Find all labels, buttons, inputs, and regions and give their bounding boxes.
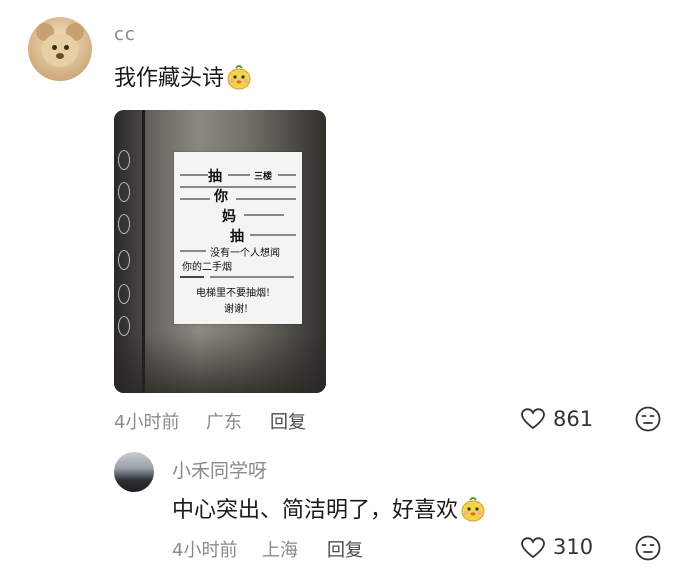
- sub-comment-location: 上海: [262, 540, 298, 561]
- comment-username[interactable]: cc: [114, 24, 136, 45]
- reply-button[interactable]: 回复: [270, 408, 306, 434]
- comment-location: 广东: [206, 412, 242, 433]
- avatar[interactable]: [28, 17, 92, 81]
- sub-comment-text-content: 中心突出、简洁明了，好喜欢: [172, 498, 459, 523]
- notice-line-2: 你的二手烟: [182, 262, 232, 273]
- sub-comment-text: 中心突出、简洁明了，好喜欢: [172, 492, 486, 524]
- comment-time: 4小时前: [114, 412, 180, 433]
- comment-text-content: 我作藏头诗: [114, 66, 225, 91]
- notice-line-4: 谢谢!: [224, 304, 249, 315]
- dislike-button[interactable]: [635, 406, 661, 436]
- notice-char-4: 抽: [230, 229, 244, 245]
- notice-floor: 三楼: [254, 172, 273, 182]
- sub-reply-button[interactable]: 回复: [327, 536, 363, 562]
- sub-avatar[interactable]: [114, 452, 154, 492]
- bee-face-emoji-icon: [226, 64, 252, 90]
- notice-line-3: 电梯里不要抽烟!: [196, 288, 271, 299]
- sub-comment-time: 4小时前: [172, 540, 238, 561]
- sub-dislike-button[interactable]: [635, 535, 661, 565]
- unhappy-face-icon: [635, 406, 661, 432]
- unhappy-face-icon: [635, 535, 661, 561]
- like-count: 861: [553, 407, 594, 431]
- bee-face-emoji-icon: [460, 496, 486, 522]
- comment-text: 我作藏头诗: [114, 60, 252, 92]
- like-button[interactable]: [521, 408, 545, 434]
- notice-line-1: 没有一个人想闻: [210, 248, 280, 259]
- sub-comment-username[interactable]: 小禾同学呀: [172, 456, 267, 483]
- notice-char-3: 妈: [222, 209, 236, 225]
- notice-char-2: 你: [214, 189, 228, 205]
- heart-icon: [521, 537, 545, 559]
- elevator-notice: 抽 三楼 你 妈 抽 没有一个人想闻 你的二手烟 电梯里不要抽烟! 谢谢!: [174, 152, 302, 324]
- heart-icon: [521, 408, 545, 430]
- sub-like-button[interactable]: [521, 537, 545, 563]
- notice-char-1: 抽: [208, 169, 222, 185]
- comment-photo[interactable]: 抽 三楼 你 妈 抽 没有一个人想闻 你的二手烟 电梯里不要抽烟! 谢谢!: [114, 110, 326, 393]
- sub-like-count: 310: [553, 535, 594, 559]
